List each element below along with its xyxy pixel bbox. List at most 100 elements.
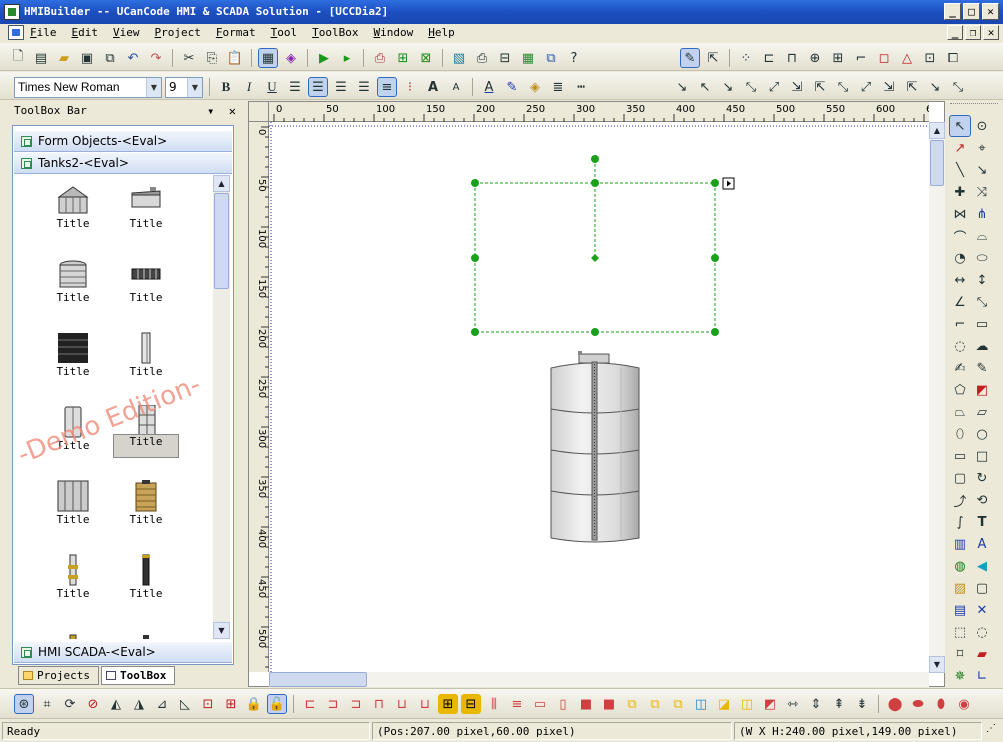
align-top-obj-icon[interactable]: ⊓ (369, 694, 389, 714)
pointer-mode-icon[interactable]: ⇱ (703, 48, 723, 68)
save-icon[interactable]: ▣ (77, 48, 97, 68)
panel-close-icon[interactable]: ✕ (229, 104, 236, 118)
italic-icon[interactable]: I (239, 77, 259, 97)
callout-tool-icon[interactable]: ⌐ (949, 313, 971, 335)
zoom-tool-icon[interactable]: ⊙ (971, 115, 993, 137)
rotate-shape-tool-icon[interactable]: ↻ (971, 467, 993, 489)
space-v-icon[interactable]: ≡ (507, 694, 527, 714)
connector-1-icon[interactable]: ↘ (672, 77, 692, 97)
tank-item[interactable] (40, 619, 106, 639)
tank-item[interactable]: Title (40, 249, 106, 321)
layers-icon[interactable]: ⧉ (541, 48, 561, 68)
curve-edit-tool-icon[interactable]: ⤴ (949, 489, 971, 511)
underline-icon[interactable]: U (262, 77, 282, 97)
chart-tool-icon[interactable]: ▥ (949, 533, 971, 555)
resize-handle[interactable] (591, 328, 599, 336)
selected-shape[interactable] (471, 155, 735, 336)
layout-view-icon[interactable]: ▦ (258, 48, 278, 68)
rotate-left-icon[interactable]: ⊿ (152, 694, 172, 714)
order-2-icon[interactable]: ◪ (714, 694, 734, 714)
resize-handle[interactable] (471, 328, 479, 336)
dotted-circle-tool-icon[interactable]: ◌ (971, 621, 993, 643)
blob-tool-icon[interactable]: ⬭ (971, 247, 993, 269)
transform-tool-icon[interactable]: ⟲ (971, 489, 993, 511)
tank-item[interactable]: Title (40, 545, 106, 617)
grid-icon[interactable]: ▦ (518, 48, 538, 68)
cross-tool-icon[interactable]: ✚ (949, 181, 971, 203)
tank-item[interactable]: Title (113, 175, 179, 247)
menu-view[interactable]: View (113, 24, 140, 42)
tank-item[interactable]: Title (40, 471, 106, 543)
grow-font-icon[interactable]: A (423, 77, 443, 97)
mirror-icon[interactable]: ⊘ (83, 694, 103, 714)
line-width-icon[interactable]: ≣ (548, 77, 568, 97)
order-4-icon[interactable]: ◩ (760, 694, 780, 714)
menu-toolbox[interactable]: ToolBox (312, 24, 358, 42)
align-center-text-icon[interactable]: ☰ (308, 77, 328, 97)
dimension-h-tool-icon[interactable]: ↔ (949, 269, 971, 291)
fill-polygon-tool-icon[interactable]: ◩ (971, 379, 993, 401)
tank-item[interactable] (113, 619, 179, 639)
arrow-line-tool-icon[interactable]: ↘ (971, 159, 993, 181)
bring-to-front-icon[interactable]: ⧉ (645, 694, 665, 714)
rotate-tool-icon[interactable]: ↗ (949, 137, 971, 159)
trapezoid-tool-icon[interactable]: ⏢ (949, 401, 971, 423)
marquee-tool-icon[interactable]: ⌑ (949, 643, 971, 665)
rectangle-tool-icon[interactable]: ▭ (949, 445, 971, 467)
save-all-icon[interactable]: ⧉ (100, 48, 120, 68)
tank-shape[interactable] (550, 351, 640, 543)
resize-handle[interactable] (711, 179, 719, 187)
point-tool-icon[interactable]: ⌖ (971, 137, 993, 159)
fill-color-icon[interactable]: ◈ (525, 77, 545, 97)
distribute-icon[interactable]: ⊞ (828, 48, 848, 68)
close-button[interactable]: ✕ (982, 3, 999, 20)
dimension-v-tool-icon[interactable]: ↕ (971, 269, 993, 291)
frame-tool-icon[interactable]: ▢ (971, 577, 993, 599)
shape-square-icon[interactable]: ◻ (874, 48, 894, 68)
pie-tool-icon[interactable]: ◔ (949, 247, 971, 269)
help-icon[interactable]: ? (564, 48, 584, 68)
tank-item[interactable]: Title (113, 249, 179, 321)
art-text-tool-icon[interactable]: A (971, 533, 993, 555)
properties-icon[interactable]: ◈ (281, 48, 301, 68)
delete-tool-icon[interactable]: ✕ (971, 599, 993, 621)
copy-icon[interactable]: ⎘ (202, 48, 222, 68)
eraser-tool-icon[interactable]: ▰ (971, 643, 993, 665)
flip-h-icon[interactable]: ◭ (106, 694, 126, 714)
font-color-icon[interactable]: A (479, 77, 499, 97)
align-right-obj-icon[interactable]: ⊐ (346, 694, 366, 714)
height-fit-icon[interactable]: ⇕ (806, 694, 826, 714)
align-right-text-icon[interactable]: ☰ (331, 77, 351, 97)
combine-icon[interactable]: ⬤ (885, 694, 905, 714)
flip-icon[interactable]: ⟳ (60, 694, 80, 714)
group-frame-icon[interactable]: ⊡ (198, 694, 218, 714)
resize-handle[interactable] (711, 254, 719, 262)
document-icon[interactable] (8, 25, 24, 40)
connector-8-icon[interactable]: ⤡ (833, 77, 853, 97)
menu-window[interactable]: Window (374, 24, 414, 42)
size-combo[interactable]: 9 ▼ (165, 76, 203, 98)
print-setup-icon[interactable]: ⎙ (370, 48, 390, 68)
width-fit-icon[interactable]: ⇿ (783, 694, 803, 714)
comment-tool-icon[interactable]: ▭ (971, 313, 993, 335)
subtract-icon[interactable]: ◉ (954, 694, 974, 714)
dotted-rect-tool-icon[interactable]: ⬚ (949, 621, 971, 643)
menu-file[interactable]: File (30, 24, 57, 42)
maximize-button[interactable]: □ (963, 3, 980, 20)
tank-item[interactable]: Title (113, 471, 179, 543)
center-h-icon[interactable]: ⊞ (438, 694, 458, 714)
globe-tool-icon[interactable]: ◍ (949, 555, 971, 577)
tab-toolbox[interactable]: ToolBox (100, 666, 176, 685)
undo-icon[interactable]: ↶ (123, 48, 143, 68)
same-width-icon[interactable]: ▭ (530, 694, 550, 714)
justify-text-icon[interactable]: ☰ (354, 77, 374, 97)
rotate-handle[interactable] (591, 155, 599, 163)
frame-icon[interactable]: ⊡ (920, 48, 940, 68)
scroll-thumb[interactable] (269, 672, 367, 687)
union-icon[interactable]: ⬬ (908, 694, 928, 714)
tank-item[interactable]: Title (40, 323, 106, 395)
scroll-thumb[interactable] (214, 193, 229, 289)
align-left-icon[interactable]: ⊏ (759, 48, 779, 68)
new-file-icon[interactable]: 🗋 (8, 48, 28, 68)
connector-2-icon[interactable]: ↖ (695, 77, 715, 97)
